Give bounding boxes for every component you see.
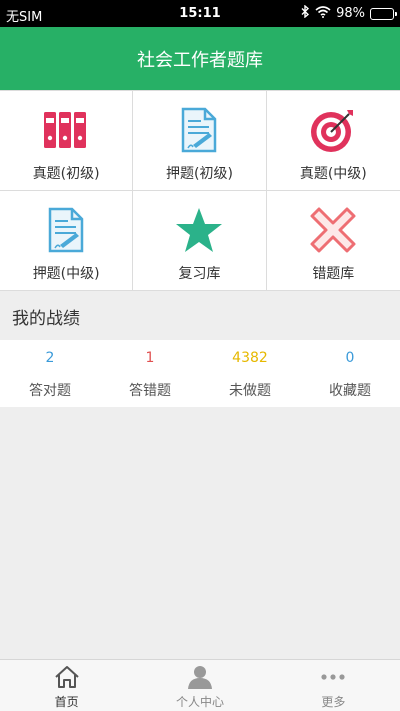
binders-icon — [41, 105, 91, 155]
grid-item-label: 押题(初级) — [166, 166, 233, 182]
tab-profile[interactable]: 个人中心 — [133, 660, 266, 711]
tab-label: 首页 — [54, 695, 79, 709]
category-grid: 真题(初级) 押题(初级) 真题(中级) 押题(中级) 复习库 错题库 — [0, 90, 400, 291]
grid-item-mistakes[interactable]: 错题库 — [267, 191, 400, 291]
grid-item-label: 真题(中级) — [299, 166, 367, 182]
section-title-my-stats: 我的战绩 — [0, 292, 400, 340]
nav-header: 社会工作者题库 — [0, 27, 400, 90]
stat-label: 答对题 — [29, 383, 71, 399]
cross-icon — [308, 205, 358, 255]
grid-item-label: 押题(中级) — [32, 265, 100, 282]
stat-undone[interactable]: 4382 未做题 — [200, 340, 300, 407]
grid-item-predict-beginner[interactable]: 押题(初级) — [133, 91, 267, 191]
stat-value: 0 — [345, 350, 355, 366]
grid-item-label: 错题库 — [312, 265, 355, 282]
stat-label: 收藏题 — [329, 383, 371, 399]
document-pen-icon — [174, 105, 224, 155]
page-title: 社会工作者题库 — [137, 49, 263, 71]
tab-label: 个人中心 — [175, 695, 224, 709]
grid-item-real-intermediate[interactable]: 真题(中级) — [266, 91, 400, 191]
stat-label: 未做题 — [229, 383, 271, 399]
grid-item-review[interactable]: 复习库 — [133, 190, 267, 290]
tab-label: 更多 — [321, 695, 346, 709]
section-title-text: 我的战绩 — [12, 308, 80, 329]
stat-favorites[interactable]: 0 收藏题 — [300, 340, 400, 407]
tab-bar: 首页 个人中心 更多 — [0, 659, 400, 711]
stats-panel: 2 答对题 1 答错题 4382 未做题 0 收藏题 — [0, 340, 400, 407]
stat-value: 4382 — [232, 350, 268, 366]
bluetooth-icon — [301, 4, 310, 22]
grid-item-real-beginner[interactable]: 真题(初级) — [0, 91, 134, 191]
tab-more[interactable]: 更多 — [267, 660, 400, 711]
status-right: 98% — [301, 4, 397, 22]
home-icon — [53, 664, 81, 690]
more-icon — [319, 664, 347, 690]
grid-item-label: 复习库 — [178, 265, 221, 282]
grid-item-predict-intermediate[interactable]: 押题(中级) — [0, 190, 134, 290]
wifi-icon — [315, 5, 331, 22]
document-pen-icon — [41, 205, 91, 255]
target-icon — [308, 105, 358, 155]
stat-correct[interactable]: 2 答对题 — [0, 340, 100, 407]
user-icon — [186, 664, 214, 690]
stat-label: 答错题 — [129, 383, 171, 399]
battery-icon — [370, 7, 397, 20]
battery-percent: 98% — [336, 6, 365, 21]
tab-home[interactable]: 首页 — [0, 660, 133, 711]
stat-value: 1 — [145, 350, 155, 366]
status-bar: 无SIM 15:11 98% — [0, 0, 400, 27]
star-icon — [174, 205, 224, 255]
stat-wrong[interactable]: 1 答错题 — [100, 340, 200, 407]
grid-item-label: 真题(初级) — [32, 166, 100, 182]
stat-value: 2 — [45, 350, 55, 366]
